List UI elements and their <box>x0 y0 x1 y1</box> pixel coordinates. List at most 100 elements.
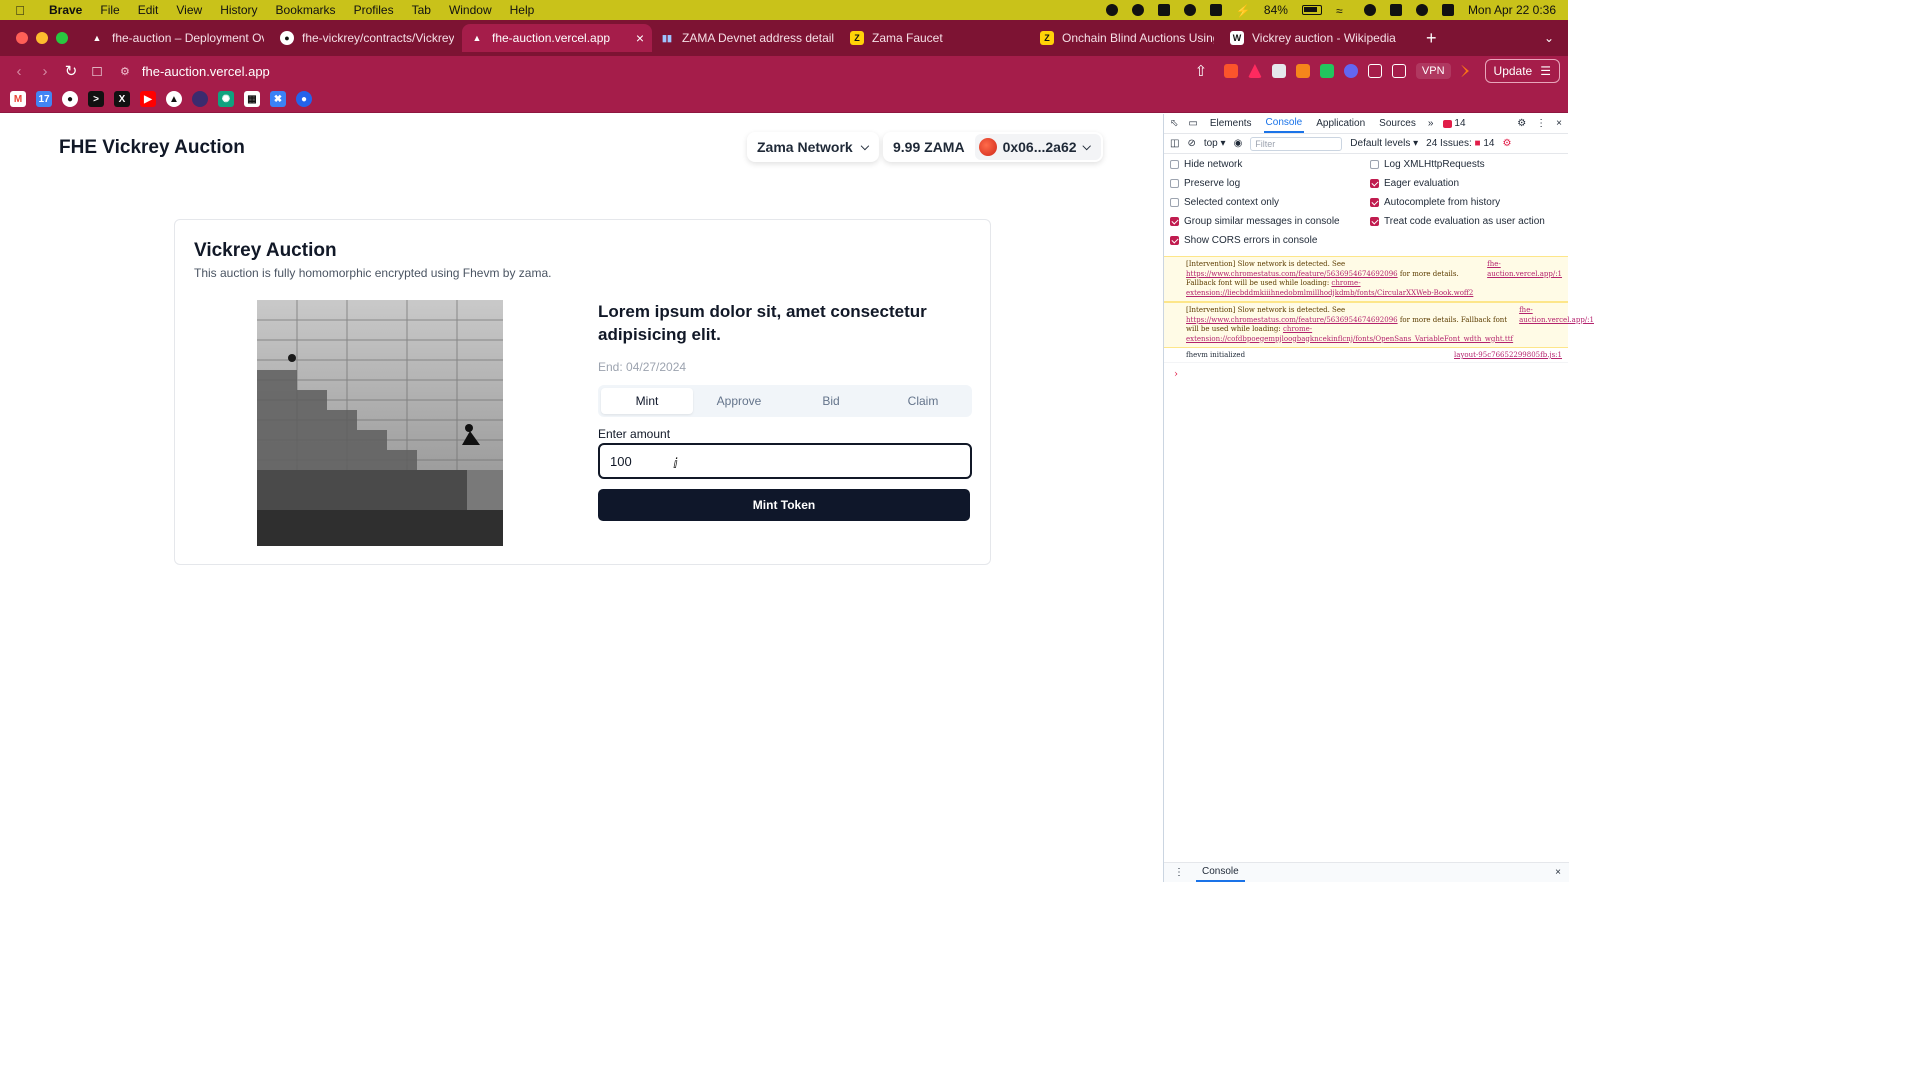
setting-eager-evaluation[interactable]: Eager evaluation <box>1370 177 1570 189</box>
wallet-icon[interactable] <box>1391 64 1406 78</box>
tab-bid[interactable]: Bid <box>785 388 877 414</box>
wifi-icon[interactable]: ≈ <box>1336 4 1350 18</box>
setting-log-xhr[interactable]: Log XMLHttpRequests <box>1370 158 1570 170</box>
close-tab-icon[interactable]: × <box>636 30 644 46</box>
url-text[interactable]: fhe-auction.vercel.app <box>142 64 270 79</box>
address-bar[interactable]: ⚙ fhe-auction.vercel.app <box>120 64 270 79</box>
setting-autocomplete-history[interactable]: Autocomplete from history <box>1370 196 1570 208</box>
screen-mirror-icon[interactable] <box>1209 4 1222 16</box>
energy-icon[interactable]: ⚡ <box>1236 4 1251 18</box>
new-tab-icon[interactable]: + <box>1426 28 1437 49</box>
drawer-menu-icon[interactable]: ⋮ <box>1174 867 1184 878</box>
checkbox[interactable] <box>1170 178 1179 188</box>
network-selector-button[interactable]: Zama Network ⌵ <box>747 132 880 162</box>
setting-selected-context[interactable]: Selected context only <box>1170 196 1370 208</box>
checkbox[interactable] <box>1170 159 1179 169</box>
puzzle-icon[interactable] <box>1367 64 1382 78</box>
checkbox[interactable] <box>1170 216 1179 226</box>
setting-show-cors[interactable]: Show CORS errors in console <box>1170 234 1370 246</box>
extension-purple-icon[interactable] <box>1343 64 1358 78</box>
vercel-icon[interactable]: ▲ <box>166 91 182 107</box>
account-button[interactable]: 9.99 ZAMA 0x06...2a62 ⌵ <box>883 132 1103 162</box>
record-icon[interactable] <box>1105 4 1118 16</box>
zoom-window-button[interactable] <box>56 32 68 44</box>
menu-edit[interactable]: Edit <box>129 3 168 17</box>
brave-shields-icon[interactable] <box>1223 64 1238 78</box>
menu-history[interactable]: History <box>211 3 266 17</box>
tab-approve[interactable]: Approve <box>693 388 785 414</box>
menu-bookmarks[interactable]: Bookmarks <box>267 3 345 17</box>
tab-list-chevron-icon[interactable]: ⌄ <box>1544 31 1554 45</box>
more-options-icon[interactable]: ⋮ <box>1536 118 1546 129</box>
tab-deployment-overview[interactable]: ▲ fhe-auction – Deployment Overvie <box>82 24 272 52</box>
checkbox[interactable] <box>1370 178 1379 188</box>
brave-rewards-icon[interactable] <box>1247 64 1262 78</box>
log-levels-dropdown[interactable]: Default levels ▾ <box>1350 138 1418 149</box>
devtools-tab-sources[interactable]: Sources <box>1377 115 1418 132</box>
context-selector[interactable]: top ▾ <box>1204 138 1226 149</box>
feature-link[interactable]: https://www.chromestatus.com/feature/563… <box>1186 270 1398 278</box>
live-expression-eye-icon[interactable]: ◉ <box>1234 138 1243 149</box>
metamask-icon[interactable] <box>1295 64 1310 78</box>
forward-icon[interactable]: › <box>32 63 58 80</box>
navigation-icon[interactable] <box>1131 4 1144 16</box>
inspect-element-icon[interactable]: ⬁ <box>1170 118 1178 129</box>
clock-icon[interactable] <box>1415 4 1428 16</box>
messages-badge[interactable]: 14 <box>1443 118 1466 129</box>
sidebar-toggle-icon[interactable]: ◫ <box>1170 138 1179 149</box>
bookmark-icon[interactable]: □ <box>84 63 110 80</box>
devtools-tab-elements[interactable]: Elements <box>1208 115 1254 132</box>
tab-zama-devnet-explorer[interactable]: ▮▮ ZAMA Devnet address details for <box>652 24 842 52</box>
vpn-button[interactable]: VPN <box>1415 63 1451 79</box>
tab-fhe-auction-active[interactable]: ▲ fhe-auction.vercel.app × <box>462 24 652 52</box>
tab-github-contracts[interactable]: ● fhe-vickrey/contracts/VickreyAuct <box>272 24 462 52</box>
arc-icon[interactable] <box>192 91 208 107</box>
control-icon[interactable] <box>1183 4 1196 16</box>
setting-group-similar[interactable]: Group similar messages in console <box>1170 215 1370 227</box>
tab-mint[interactable]: Mint <box>601 388 693 414</box>
tab-onchain-blind-auctions[interactable]: Z Onchain Blind Auctions Using Hon <box>1032 24 1222 52</box>
message-source-link[interactable]: fhe-auction.vercel.app/:1 <box>1519 306 1594 344</box>
menu-tab[interactable]: Tab <box>403 3 440 17</box>
setting-hide-network[interactable]: Hide network <box>1170 158 1370 170</box>
console-prompt[interactable]: › <box>1164 363 1568 386</box>
leo-icon[interactable] <box>1460 64 1469 78</box>
youtube-icon[interactable]: ▶ <box>140 91 156 107</box>
message-source-link[interactable]: fhe-auction.vercel.app/:1 <box>1487 260 1562 298</box>
account-address-button[interactable]: 0x06...2a62 ⌵ <box>974 134 1101 160</box>
back-icon[interactable]: ‹ <box>6 63 32 80</box>
x-twitter-icon[interactable]: X <box>114 91 130 107</box>
reload-icon[interactable]: ↻ <box>58 62 84 80</box>
close-drawer-icon[interactable]: × <box>1555 867 1561 878</box>
close-window-button[interactable] <box>16 32 28 44</box>
console-settings-gear-icon[interactable]: ⚙ <box>1502 138 1511 149</box>
site-settings-icon[interactable]: ⚙ <box>120 65 130 78</box>
calendar-icon[interactable]: 17 <box>36 91 52 107</box>
amount-input[interactable] <box>598 443 972 479</box>
issues-button[interactable]: 24 Issues: ■ 14 <box>1426 138 1494 149</box>
update-button[interactable]: Update ☰ <box>1484 59 1560 83</box>
control-center-icon[interactable] <box>1441 4 1454 16</box>
tab-zama-faucet[interactable]: Z Zama Faucet <box>842 24 1032 52</box>
setting-preserve-log[interactable]: Preserve log <box>1170 177 1370 189</box>
feature-link[interactable]: https://www.chromestatus.com/feature/563… <box>1186 316 1398 324</box>
menu-view[interactable]: View <box>167 3 211 17</box>
gmail-icon[interactable]: M <box>10 91 26 107</box>
minimize-window-button[interactable] <box>36 32 48 44</box>
menu-help[interactable]: Help <box>501 3 544 17</box>
clear-console-icon[interactable]: ⊘ <box>1187 138 1195 149</box>
devtools-tab-console[interactable]: Console <box>1263 114 1305 133</box>
checkbox[interactable] <box>1170 197 1179 207</box>
tab-claim[interactable]: Claim <box>877 388 969 414</box>
extension-green-icon[interactable] <box>1319 64 1334 78</box>
checkbox[interactable] <box>1170 235 1179 245</box>
grid-app-icon[interactable]: ▦ <box>244 91 260 107</box>
menu-window[interactable]: Window <box>440 3 501 17</box>
menu-app-name[interactable]: Brave <box>40 3 91 17</box>
terminal-icon[interactable]: > <box>88 91 104 107</box>
settings-gear-icon[interactable]: ⚙ <box>1517 118 1526 129</box>
mint-token-button[interactable]: Mint Token <box>598 489 970 521</box>
chatgpt-icon[interactable]: ✺ <box>218 91 234 107</box>
user-icon[interactable] <box>1363 4 1376 16</box>
menu-profiles[interactable]: Profiles <box>345 3 403 17</box>
